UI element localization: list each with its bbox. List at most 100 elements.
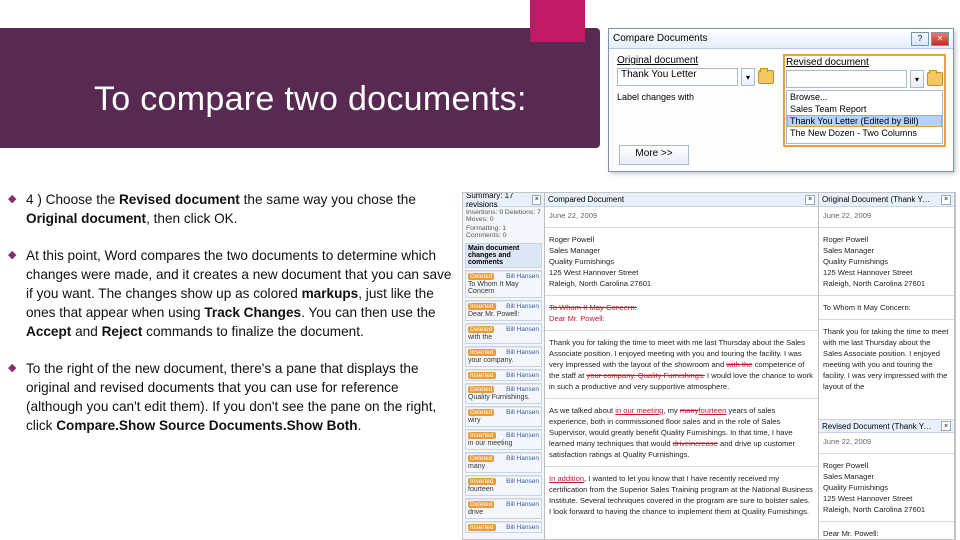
- change-author: Bill Hansen: [506, 386, 539, 393]
- revised-document-pane: Revised Document (Thank You Letter (Edit…: [819, 419, 955, 539]
- folder-icon[interactable]: [758, 70, 774, 84]
- compare-address: Roger PowellSales ManagerQuality Furnish…: [549, 234, 814, 289]
- change-entry[interactable]: Inserted Bill Hansen: [465, 521, 542, 533]
- revised-greeting: Dear Mr. Powell:: [823, 528, 950, 539]
- change-tag: Inserted: [468, 372, 496, 379]
- change-entry[interactable]: Deleted Bill HansenTo Whom It May Concern: [465, 270, 542, 298]
- compare-dialog: Compare Documents ? ✕ Original document …: [608, 28, 954, 172]
- compare-body-1: Thank you for taking the time to meet wi…: [549, 337, 814, 392]
- change-entry[interactable]: Inserted Bill Hansen: [465, 369, 542, 381]
- close-icon[interactable]: ×: [532, 195, 541, 205]
- change-entry[interactable]: DeletedBill Hansenwith the: [465, 323, 542, 344]
- window-buttons: ? ✕: [911, 32, 949, 46]
- change-text: drive: [466, 509, 541, 518]
- slide-content: ◆4 ) Choose the Revised document the sam…: [8, 190, 456, 453]
- change-author: Bill Hansen: [506, 524, 539, 531]
- change-tag: Inserted: [468, 524, 496, 531]
- revised-doc-label: Revised document: [786, 57, 943, 68]
- close-icon[interactable]: ×: [805, 195, 815, 205]
- folder-icon[interactable]: [927, 72, 943, 86]
- change-entry[interactable]: InsertedBill Hansenfourteen: [465, 475, 542, 496]
- change-entry[interactable]: InsertedBill Hansenyour company.: [465, 346, 542, 367]
- change-author: Bill Hansen: [506, 273, 539, 280]
- dialog-titlebar: Compare Documents ? ✕: [609, 29, 953, 49]
- change-text: To Whom It May Concern: [466, 281, 541, 297]
- original-body: Thank you for taking the time to meet wi…: [823, 326, 950, 392]
- change-author: Bill Hansen: [506, 349, 539, 356]
- change-tag: Deleted: [468, 501, 494, 508]
- original-document-pane: Original Document (Thank You Letter - Bi…: [819, 193, 955, 419]
- revised-date: June 22, 2009: [823, 436, 950, 447]
- change-entry[interactable]: DeletedBill Hansenmany: [465, 452, 542, 473]
- change-tag: Deleted: [468, 409, 494, 416]
- change-tag: Deleted: [468, 326, 494, 333]
- change-text: Dear Mr. Powell:: [466, 311, 541, 320]
- change-entry[interactable]: Inserted Bill HansenDear Mr. Powell:: [465, 300, 542, 321]
- dropdown-option[interactable]: Sales Team Report: [787, 103, 942, 115]
- compare-date: June 22, 2009: [549, 210, 814, 221]
- change-text: in our meeting: [466, 440, 541, 449]
- summary-stats-2: Formatting: 1 Comments: 0: [463, 225, 544, 241]
- bullet-item: ◆At this point, Word compares the two do…: [8, 246, 456, 341]
- change-entry[interactable]: Deleted Bill HansenQuality Furnishings.: [465, 383, 542, 404]
- change-entry[interactable]: Deleted Bill Hansenwiry: [465, 406, 542, 427]
- close-icon[interactable]: ×: [941, 195, 951, 205]
- compare-body-3: In addition, I wanted to let you know th…: [549, 473, 814, 517]
- original-doc-column: Original document Thank You Letter ▾ Lab…: [617, 55, 774, 146]
- bullet-item: ◆4 ) Choose the Revised document the sam…: [8, 190, 456, 228]
- original-address: Roger PowellSales ManagerQuality Furnish…: [823, 234, 950, 289]
- bullet-item: ◆To the right of the new document, there…: [8, 359, 456, 435]
- change-tag: Inserted: [468, 432, 496, 439]
- change-entry[interactable]: Inserted Bill Hansenin our meeting: [465, 429, 542, 450]
- change-author: Bill Hansen: [506, 501, 539, 508]
- label-changes-with: Label changes with: [617, 92, 774, 102]
- change-tag: Deleted: [468, 273, 494, 280]
- slide-title: To compare two documents:: [94, 80, 527, 119]
- change-author: Bill Hansen: [506, 372, 539, 379]
- summary-stats-1: Insertions: 9 Deletions: 7 Moves: 0: [463, 207, 544, 225]
- change-author: Bill Hansen: [506, 326, 539, 333]
- summary-title: Summary: 17 revisions: [466, 193, 532, 209]
- close-icon[interactable]: ×: [941, 421, 951, 431]
- change-entry[interactable]: Deleted Bill Hansendrive: [465, 498, 542, 519]
- diamond-icon: ◆: [8, 248, 26, 341]
- compare-greeting-old: To Whom It May Concern:: [549, 303, 637, 312]
- dropdown-option[interactable]: Browse...: [787, 91, 942, 103]
- word-window: Summary: 17 revisions× Insertions: 9 Del…: [462, 192, 956, 540]
- change-tag: Inserted: [468, 349, 496, 356]
- close-button[interactable]: ✕: [931, 32, 949, 46]
- dropdown-option[interactable]: Thank You Letter (Edited by Bill): [787, 115, 942, 127]
- reviewing-pane: Summary: 17 revisions× Insertions: 9 Del…: [463, 193, 545, 539]
- more-button[interactable]: More >>: [619, 145, 689, 165]
- revised-pane-title: Revised Document (Thank You Letter (Edit…: [822, 422, 932, 431]
- compare-body-2: As we talked about in our meeting, my ma…: [549, 405, 814, 460]
- diamond-icon: ◆: [8, 192, 26, 228]
- change-author: Bill Hansen: [506, 432, 539, 439]
- revised-doc-dropdown[interactable]: Browse...Sales Team ReportThank You Lett…: [786, 90, 943, 144]
- compared-document-pane: Compared Document× June 22, 2009 Roger P…: [545, 193, 819, 539]
- compare-greeting-new: Dear Mr. Powell:: [549, 314, 605, 323]
- change-tag: Deleted: [468, 386, 494, 393]
- change-text: wiry: [466, 417, 541, 426]
- dropdown-icon[interactable]: ▾: [910, 70, 924, 88]
- help-button[interactable]: ?: [911, 32, 929, 46]
- original-pane-title: Original Document (Thank You Letter - Bi…: [822, 195, 932, 204]
- change-author: Bill Hansen: [506, 409, 539, 416]
- change-tag: Inserted: [468, 303, 496, 310]
- bullet-text: At this point, Word compares the two doc…: [26, 246, 456, 341]
- change-text: Quality Furnishings.: [466, 394, 541, 403]
- change-text: fourteen: [466, 486, 541, 495]
- original-doc-label: Original document: [617, 55, 774, 66]
- revised-doc-input[interactable]: [786, 70, 907, 88]
- change-text: many: [466, 463, 541, 472]
- dropdown-icon[interactable]: ▾: [741, 68, 755, 86]
- revised-doc-column: Revised document ▾ Browse...Sales Team R…: [784, 55, 945, 146]
- summary-section-title: Main document changes and comments: [466, 244, 541, 267]
- original-doc-input[interactable]: Thank You Letter: [617, 68, 738, 86]
- dropdown-option[interactable]: The New Dozen - Two Columns: [787, 127, 942, 139]
- original-greeting: To Whom It May Concern:: [823, 302, 950, 313]
- bullet-text: To the right of the new document, there'…: [26, 359, 456, 435]
- slide-header: To compare two documents:: [0, 0, 600, 168]
- revised-address: Roger PowellSales ManagerQuality Furnish…: [823, 460, 950, 515]
- change-author: Bill Hansen: [506, 303, 539, 310]
